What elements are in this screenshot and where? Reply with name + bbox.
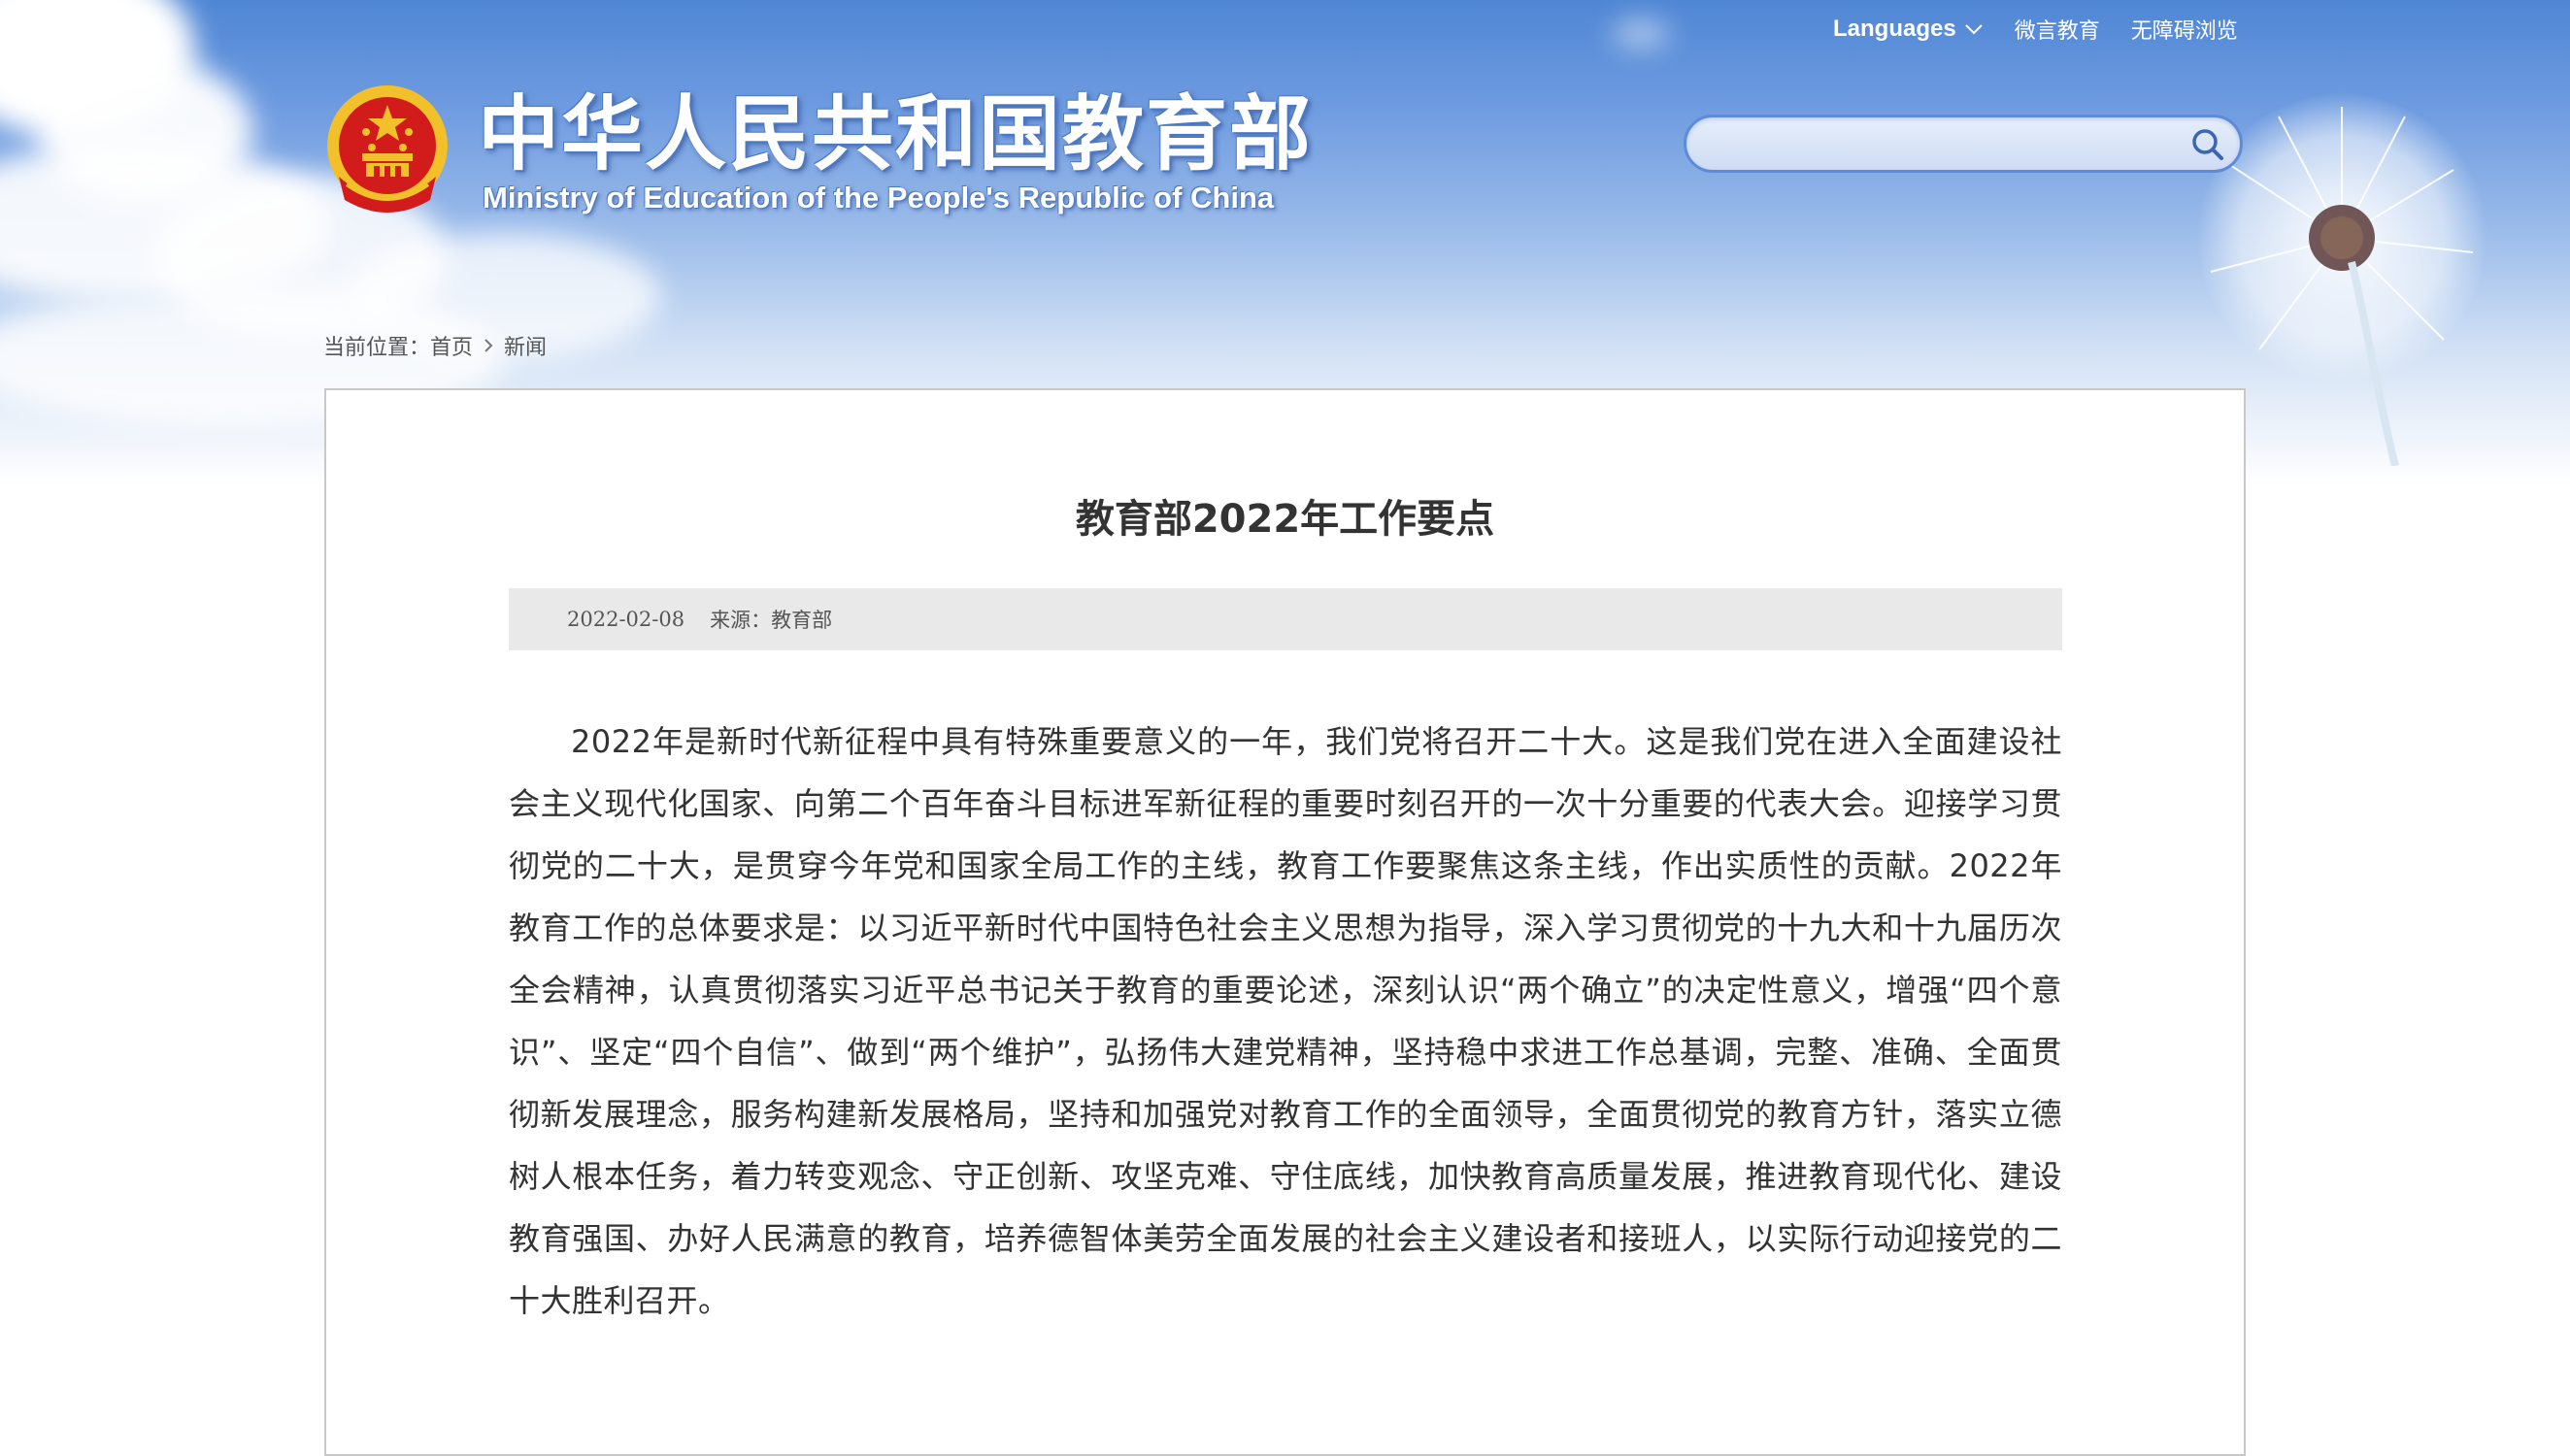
breadcrumb-news-link[interactable]: 新闻 <box>504 330 547 361</box>
search-bar <box>1684 115 2243 173</box>
weiyan-education-link[interactable]: 微言教育 <box>2015 14 2100 45</box>
breadcrumb-label: 当前位置： <box>323 336 431 360</box>
search-icon[interactable] <box>2189 126 2226 163</box>
languages-label: Languages <box>1833 16 1956 42</box>
site-subtitle: Ministry of Education of the People's Re… <box>483 181 1275 215</box>
article-title: 教育部2022年工作要点 <box>1075 497 1495 542</box>
breadcrumb-home-link[interactable]: 首页 <box>430 330 473 361</box>
article-panel: 教育部2022年工作要点 2022-02-08 来源：教育部 2022年是新时代… <box>324 388 2246 1456</box>
article-meta: 2022-02-08 来源：教育部 <box>509 588 2062 650</box>
accessibility-link[interactable]: 无障碍浏览 <box>2131 14 2238 45</box>
breadcrumb: 当前位置： 首页 新闻 <box>323 330 547 361</box>
article-date: 2022-02-08 <box>567 608 685 631</box>
chevron-down-icon <box>1964 24 1983 35</box>
national-emblem-icon[interactable] <box>323 83 451 219</box>
site-title: 中华人民共和国教育部 <box>478 86 1314 182</box>
cloud-decoration <box>1612 19 1670 49</box>
article-paragraph: 2022年是新时代新征程中具有特殊重要意义的一年，我们党将召开二十大。这是我们党… <box>509 723 2062 1319</box>
search-input[interactable] <box>1710 123 2160 166</box>
languages-dropdown[interactable]: Languages <box>1833 16 1984 43</box>
top-links: Languages 微言教育 无障碍浏览 <box>1833 10 2238 49</box>
chevron-right-icon <box>483 337 494 354</box>
article-source: 来源：教育部 <box>710 609 833 632</box>
